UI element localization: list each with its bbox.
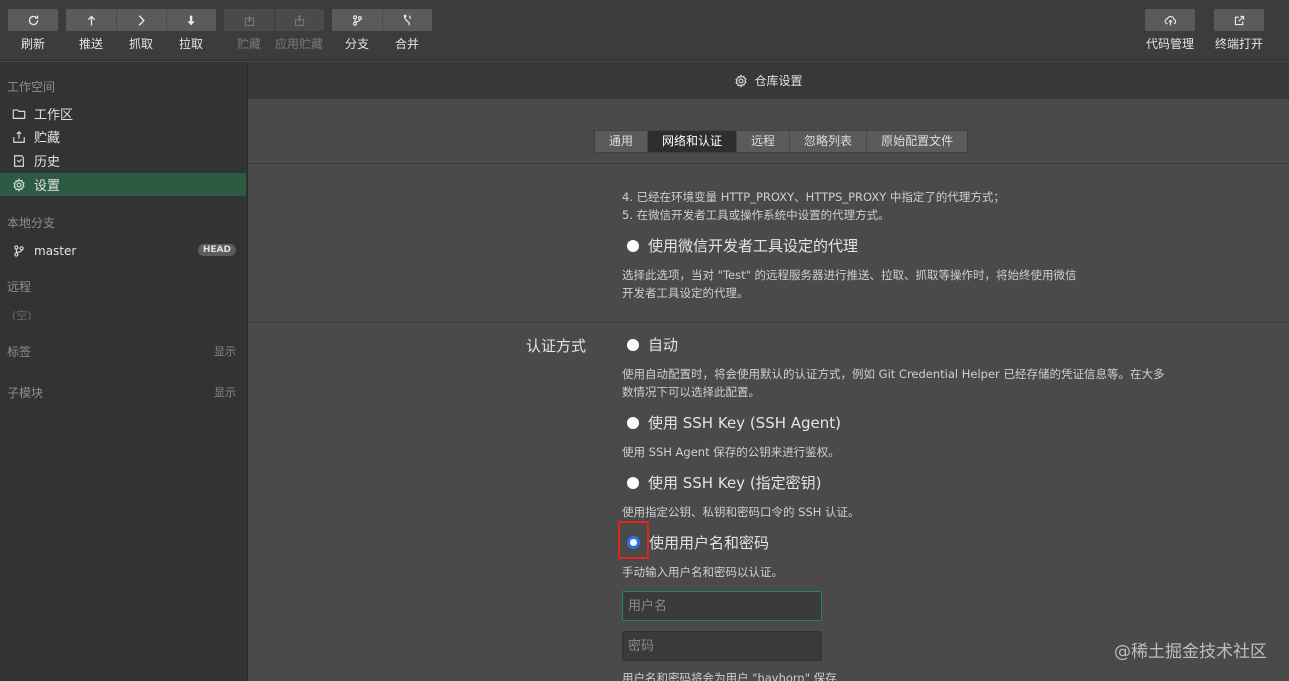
- auth-username-password-desc: 手动输入用户名和密码以认证。: [622, 565, 783, 579]
- auth-option-label: 自动: [648, 336, 679, 354]
- auth-ssh-agent-radio[interactable]: 使用 SSH Key (SSH Agent): [627, 412, 841, 433]
- refresh-icon: [8, 9, 58, 31]
- page-title: 仓库设置: [754, 74, 803, 88]
- password-field[interactable]: [622, 631, 822, 661]
- divider: [248, 163, 1289, 164]
- branch-name: master: [34, 243, 77, 258]
- code-manage-label: 代码管理: [1145, 37, 1194, 51]
- radio-button[interactable]: [627, 239, 639, 252]
- fetch-button[interactable]: 抓取: [116, 0, 166, 61]
- radio-button[interactable]: [627, 338, 639, 351]
- auth-option-label: 使用 SSH Key (SSH Agent): [648, 414, 842, 432]
- toolbar: 刷新 推送 抓取 拉取 贮藏 应用贮藏 分支 合并 代码管理 终端打开: [0, 0, 1289, 61]
- open-terminal-label: 终端打开: [1214, 37, 1263, 51]
- sidebar-item-history[interactable]: 历史: [0, 149, 246, 172]
- sidebar-item-label: 设置: [34, 179, 61, 194]
- auth-option-label: 使用 SSH Key (指定密钥): [648, 474, 822, 492]
- refresh-label: 刷新: [20, 37, 45, 51]
- fetch-label: 抓取: [128, 37, 153, 51]
- cloud-upload-icon: [1145, 9, 1195, 31]
- devtools-proxy-label: 使用微信开发者工具设定的代理: [648, 237, 859, 255]
- push-button[interactable]: 推送: [66, 0, 116, 61]
- gear-icon: [735, 73, 748, 88]
- push-label: 推送: [78, 37, 103, 51]
- auth-option-label: 使用用户名和密码: [649, 534, 770, 552]
- sidebar: 工作空间 工作区 贮藏 历史 设置 本地分支 master HEAD 远程 (空…: [0, 62, 248, 681]
- tab-raw-config[interactable]: 原始配置文件: [867, 131, 967, 152]
- auth-ssh-agent-desc: 使用 SSH Agent 保存的公钥来进行鉴权。: [622, 445, 840, 459]
- submodules-section-title: 子模块: [7, 386, 44, 400]
- stash-button[interactable]: 贮藏: [224, 0, 274, 61]
- branch-icon: [14, 244, 24, 257]
- code-manage-button[interactable]: 代码管理: [1145, 0, 1195, 61]
- merge-button[interactable]: 合并: [382, 0, 432, 61]
- fetch-icon: [116, 9, 166, 31]
- proxy-note-5: 5. 在微信开发者工具或操作系统中设置的代理方式。: [622, 208, 890, 222]
- settings-tabs: 通用 网络和认证 远程 忽略列表 原始配置文件: [594, 130, 969, 153]
- proxy-note-4: 4. 已经在环境变量 HTTP_PROXY、HTTPS_PROXY 中指定了的代…: [622, 190, 1005, 204]
- tags-show-toggle[interactable]: 显示: [214, 343, 236, 359]
- watermark: @稀土掘金技术社区: [1114, 642, 1267, 662]
- apply-stash-button[interactable]: 应用贮藏: [274, 0, 324, 61]
- auth-ssh-key-desc: 使用指定公钥、私钥和密码口令的 SSH 认证。: [622, 505, 860, 519]
- push-icon: [66, 9, 116, 31]
- sidebar-item-label: 历史: [34, 155, 61, 170]
- apply-stash-label: 应用贮藏: [274, 37, 323, 51]
- pull-icon: [166, 9, 216, 31]
- username-field[interactable]: [622, 591, 822, 621]
- refresh-button[interactable]: 刷新: [8, 0, 58, 61]
- tab-ignore-list[interactable]: 忽略列表: [790, 131, 868, 152]
- page-header: 仓库设置: [248, 62, 1289, 99]
- head-badge: HEAD: [197, 244, 236, 256]
- workspace-section-title: 工作空间: [7, 80, 56, 94]
- open-terminal-button[interactable]: 终端打开: [1214, 0, 1264, 61]
- merge-icon: [382, 9, 432, 31]
- branch-icon: [332, 9, 382, 31]
- apply-stash-icon: [274, 9, 324, 31]
- local-branches-section-title: 本地分支: [7, 216, 56, 230]
- devtools-proxy-radio[interactable]: 使用微信开发者工具设定的代理: [627, 235, 858, 256]
- auth-auto-desc: 使用自动配置时，将会使用默认的认证方式，例如 Git Credential He…: [622, 367, 1165, 381]
- tab-general[interactable]: 通用: [595, 131, 649, 152]
- auth-username-password-radio[interactable]: 使用用户名和密码: [627, 532, 769, 553]
- remote-section-title: 远程: [7, 280, 32, 294]
- branch-label: 分支: [344, 37, 369, 51]
- sidebar-item-label: 工作区: [34, 108, 74, 123]
- stash-label: 贮藏: [236, 37, 261, 51]
- sidebar-item-settings[interactable]: 设置: [0, 173, 246, 196]
- submodules-show-toggle[interactable]: 显示: [214, 384, 236, 400]
- auth-auto-radio[interactable]: 自动: [627, 334, 678, 355]
- auth-method-label: 认证方式: [526, 337, 587, 355]
- folder-icon: [12, 108, 26, 119]
- merge-label: 合并: [394, 37, 419, 51]
- devtools-proxy-desc-2: 开发者工具设定的代理。: [622, 286, 749, 300]
- external-link-icon: [1214, 9, 1264, 31]
- gear-icon: [13, 177, 25, 192]
- remote-empty-text: (空): [12, 309, 32, 322]
- tab-network-auth[interactable]: 网络和认证: [648, 131, 738, 152]
- stash-icon: [224, 9, 274, 31]
- settings-content: 通用 网络和认证 远程 忽略列表 原始配置文件 4. 已经在环境变量 HTTP_…: [248, 99, 1289, 681]
- pull-label: 拉取: [178, 37, 203, 51]
- auth-ssh-key-radio[interactable]: 使用 SSH Key (指定密钥): [627, 472, 822, 493]
- devtools-proxy-desc-1: 选择此选项，当对 "Test" 的远程服务器进行推送、拉取、抓取等操作时，将始终…: [622, 268, 1077, 282]
- radio-button[interactable]: [627, 476, 639, 489]
- radio-button-checked[interactable]: [627, 536, 640, 549]
- sidebar-item-label: 贮藏: [34, 131, 61, 146]
- sidebar-item-stash[interactable]: 贮藏: [0, 125, 246, 148]
- sidebar-item-workspace[interactable]: 工作区: [0, 102, 246, 125]
- history-icon: [14, 154, 24, 167]
- divider: [248, 322, 1289, 323]
- pull-button[interactable]: 拉取: [166, 0, 216, 61]
- tab-remote[interactable]: 远程: [737, 131, 791, 152]
- branch-button[interactable]: 分支: [332, 0, 382, 61]
- radio-button[interactable]: [627, 416, 639, 429]
- save-note: 用户名和密码将会为用户 "hayhorn" 保存: [622, 671, 837, 681]
- tags-section-title: 标签: [7, 345, 32, 359]
- auth-auto-desc-2: 数情况下可以选择此配置。: [622, 385, 760, 399]
- stash-icon: [13, 130, 25, 143]
